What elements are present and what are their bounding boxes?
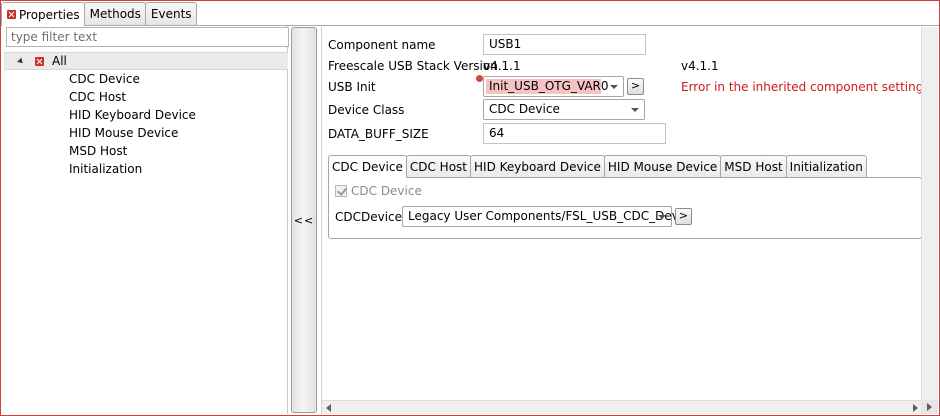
tree-item-initialization[interactable]: Initialization [4,160,288,178]
component-name-label: Component name [328,38,436,52]
collapse-button[interactable]: << [292,214,316,227]
tree-item-label: HID Keyboard Device [69,108,196,122]
tab-hid-mouse-device[interactable]: HID Mouse Device [603,155,722,178]
tree-item-cdc-host[interactable]: CDC Host [4,88,288,106]
error-x-icon [7,10,16,19]
data-buff-size-field[interactable]: 64 [483,123,666,144]
tab-methods[interactable]: Methods [83,2,146,25]
tab-cdc-device[interactable]: CDC Device [328,155,407,178]
usb-init-value: Init_USB_OTG_VAR0 [489,79,609,93]
expand-arrow-icon[interactable] [17,57,25,65]
stack-version-value-right: v4.1.1 [681,59,719,73]
horizontal-scrollbar[interactable] [322,400,922,414]
tree-item-label: Initialization [69,162,143,176]
tree-panel: All CDC Device CDC Host HID Keyboard Dev… [2,26,289,414]
tree-item-cdc-device[interactable]: CDC Device [4,70,288,88]
tree-item-label: CDC Host [69,90,127,104]
panel-splitter[interactable]: << [291,27,317,413]
tab-methods-label: Methods [89,7,141,21]
data-buff-size-label: DATA_BUFF_SIZE [328,127,429,141]
cdcdevice-combo[interactable]: Legacy User Components/FSL_USB_CDC_Devic [402,206,689,227]
device-class-value: CDC Device [489,102,560,116]
cdcdevice-browse-button[interactable]: > [675,208,692,225]
cdc-device-checkbox[interactable] [335,185,347,197]
tree-item-msd-host[interactable]: MSD Host [4,142,288,160]
scroll-left-icon[interactable] [326,404,331,412]
scroll-corner [921,400,938,414]
component-tree: All CDC Device CDC Host HID Keyboard Dev… [4,52,288,178]
view-tabs: Properties Methods Events [1,2,197,26]
tab-hid-keyboard-device[interactable]: HID Keyboard Device [470,155,605,178]
tree-item-label: MSD Host [69,144,128,158]
tree-item-label: All [52,54,67,68]
error-message: Error in the inherited component setting… [681,80,930,94]
usb-init-combo[interactable]: Init_USB_OTG_VAR0 [483,76,624,97]
cdcdevice-value: Legacy User Components/FSL_USB_CDC_Devic [408,209,689,223]
device-class-tab-folder: CDC Device CDC Host HID Keyboard Device … [328,155,922,239]
tab-events[interactable]: Events [144,2,197,25]
stack-version-value: v4.1.1 [483,59,521,73]
chevron-down-icon[interactable] [610,85,618,89]
scroll-right-icon[interactable] [927,403,932,411]
scroll-right-icon[interactable] [913,404,918,412]
cdc-device-tab-body: CDC Device CDCDevice Legacy User Compone… [328,177,922,239]
device-class-combo[interactable]: CDC Device [483,99,645,120]
error-x-icon [35,56,44,66]
tab-properties-label: Properties [19,7,80,22]
chevron-down-icon[interactable] [631,108,639,112]
tab-properties[interactable]: Properties [1,2,85,26]
tree-item-hid-mouse-device[interactable]: HID Mouse Device [4,124,288,142]
device-class-label: Device Class [328,103,405,117]
tree-item-all[interactable]: All [4,52,288,70]
tree-item-label: HID Mouse Device [69,126,179,140]
usb-init-label: USB Init [328,80,376,94]
tab-cdc-host[interactable]: CDC Host [405,155,471,178]
tab-msd-host[interactable]: MSD Host [720,155,787,178]
vertical-scrollbar[interactable] [921,27,938,414]
stack-version-label: Freescale USB Stack Version [328,59,498,73]
chevron-down-icon[interactable] [658,215,666,219]
filter-input[interactable] [6,27,289,47]
usb-init-browse-button[interactable]: > [627,78,644,95]
tab-initialization[interactable]: Initialization [785,155,867,178]
error-dot-icon [476,75,483,82]
inner-tabs: CDC Device CDC Host HID Keyboard Device … [328,155,867,178]
tree-item-label: CDC Device [69,72,140,86]
cdcdevice-label: CDCDevice [335,210,403,224]
tab-events-label: Events [150,7,192,21]
tree-item-hid-keyboard-device[interactable]: HID Keyboard Device [4,106,288,124]
cdc-device-checkbox-label: CDC Device [351,184,422,198]
component-name-field[interactable]: USB1 [483,34,646,55]
property-detail-panel: Component name USB1 Freescale USB Stack … [321,27,938,414]
